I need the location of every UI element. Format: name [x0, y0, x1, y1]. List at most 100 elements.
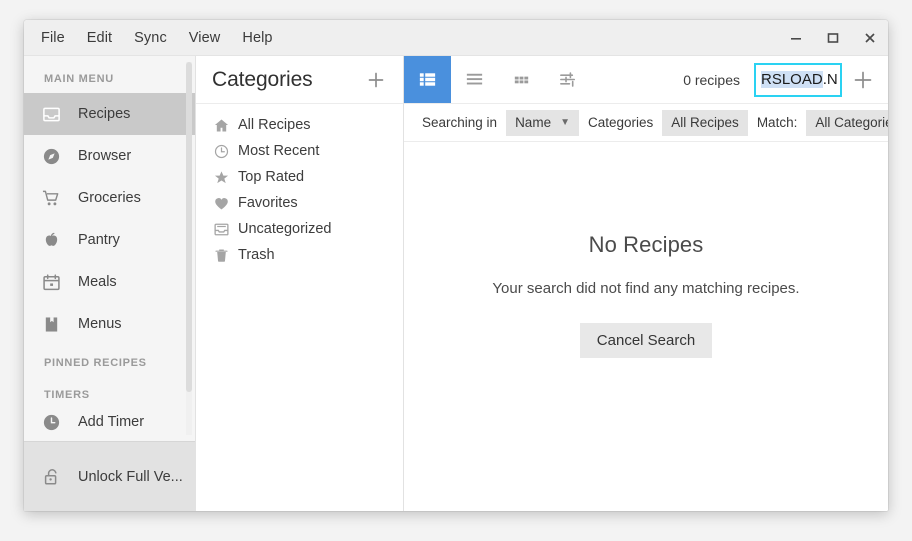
match-label: Match: [751, 115, 804, 130]
menu-help[interactable]: Help [231, 20, 283, 55]
category-item-all-recipes[interactable]: All Recipes [196, 112, 403, 138]
inbox-icon [42, 105, 72, 124]
category-item-label: Favorites [238, 195, 298, 211]
category-item-label: Uncategorized [238, 221, 332, 237]
category-item-favorites[interactable]: Favorites [196, 190, 403, 216]
sidebar-item-label: Recipes [72, 106, 130, 122]
category-item-top-rated[interactable]: Top Rated [196, 164, 403, 190]
minimize-button[interactable] [777, 20, 814, 55]
sidebar-item-recipes[interactable]: Recipes [24, 93, 195, 135]
sort-options-button[interactable] [545, 56, 592, 103]
minimize-icon [790, 32, 802, 44]
empty-state-title: No Recipes [589, 232, 704, 258]
view-button-list-detail[interactable] [404, 56, 451, 103]
categories-filter-label: Categories [582, 115, 659, 130]
shopping-cart-icon [42, 189, 72, 208]
recipes-toolbar: 0 recipes RSLOAD.N [404, 56, 888, 104]
menu-view[interactable]: View [178, 20, 232, 55]
bookmark-icon [42, 315, 72, 334]
cancel-search-button[interactable]: Cancel Search [580, 323, 712, 358]
search-filter-bar: Searching in Name ▼ Categories All Recip… [404, 104, 888, 142]
sidebar-item-label: Add Timer [72, 414, 144, 430]
desktop-background: File Edit Sync View Help [0, 0, 912, 541]
categories-title: Categories [212, 68, 361, 92]
sidebar-scroll-area: MAIN MENU Recipes [24, 56, 195, 441]
main-content: 0 recipes RSLOAD.N Searching in Name [404, 56, 888, 511]
category-item-uncategorized[interactable]: Uncategorized [196, 216, 403, 242]
star-icon [214, 170, 238, 185]
sidebar-item-menus[interactable]: Menus [24, 303, 195, 345]
unlock-full-version-label: Unlock Full Ve... [72, 469, 183, 485]
search-trailing-text: .N [823, 71, 838, 88]
apple-icon [42, 231, 72, 250]
category-item-label: All Recipes [238, 117, 311, 133]
sidebar-item-meals[interactable]: Meals [24, 261, 195, 303]
menu-file[interactable]: File [30, 20, 76, 55]
clock-icon [214, 144, 238, 159]
empty-state-message: Your search did not find any matching re… [492, 280, 799, 297]
search-input[interactable]: RSLOAD.N [754, 63, 842, 97]
trash-icon [214, 248, 238, 263]
recipe-count-label: 0 recipes [683, 56, 754, 103]
sidebar-heading-timers: TIMERS [24, 377, 195, 409]
window-body: MAIN MENU Recipes [24, 56, 888, 511]
heart-icon [214, 196, 238, 211]
sidebar-heading-pinned-recipes: PINNED RECIPES [24, 345, 195, 377]
category-item-label: Trash [238, 247, 275, 263]
sidebar-item-label: Groceries [72, 190, 141, 206]
list-detail-icon [417, 69, 438, 90]
match-filter-chip[interactable]: All Categories [806, 110, 888, 136]
view-button-list[interactable] [451, 56, 498, 103]
category-item-most-recent[interactable]: Most Recent [196, 138, 403, 164]
category-item-trash[interactable]: Trash [196, 242, 403, 268]
sidebar-item-pantry[interactable]: Pantry [24, 219, 195, 261]
sidebar-heading-main-menu: MAIN MENU [24, 66, 195, 93]
sidebar-item-add-timer[interactable]: Add Timer [24, 409, 195, 435]
plus-icon [852, 69, 874, 91]
maximize-button[interactable] [814, 20, 851, 55]
calendar-icon [42, 273, 72, 292]
archive-icon [214, 222, 238, 237]
categories-header: Categories [196, 56, 403, 104]
sidebar-item-browser[interactable]: Browser [24, 135, 195, 177]
menu-sync[interactable]: Sync [123, 20, 178, 55]
close-icon [864, 32, 876, 44]
category-item-label: Top Rated [238, 169, 304, 185]
window-controls [777, 20, 888, 55]
sidebar-item-groceries[interactable]: Groceries [24, 177, 195, 219]
search-field-selector[interactable]: Name ▼ [506, 110, 579, 136]
add-recipe-button[interactable] [842, 56, 884, 103]
chevron-down-icon: ▼ [560, 118, 570, 128]
search-field-wrapper: RSLOAD.N [754, 63, 842, 97]
category-item-label: Most Recent [238, 143, 319, 159]
categories-list: All Recipes Most Recent [196, 104, 403, 268]
sidebar-item-label: Meals [72, 274, 117, 290]
title-bar: File Edit Sync View Help [24, 20, 888, 56]
sliders-icon [558, 69, 579, 90]
maximize-icon [827, 32, 839, 44]
sidebar-scrollbar-thumb[interactable] [186, 62, 192, 392]
list-lines-icon [464, 69, 485, 90]
application-window: File Edit Sync View Help [24, 20, 888, 511]
unlock-full-version-button[interactable]: Unlock Full Ve... [24, 441, 195, 511]
sidebar: MAIN MENU Recipes [24, 56, 196, 511]
empty-state: No Recipes Your search did not find any … [404, 142, 888, 511]
menu-edit[interactable]: Edit [76, 20, 123, 55]
categories-filter-chip[interactable]: All Recipes [662, 110, 748, 136]
unlock-icon [42, 467, 72, 487]
sidebar-item-label: Pantry [72, 232, 120, 248]
compass-icon [42, 147, 72, 166]
sidebar-item-label: Browser [72, 148, 131, 164]
menu-bar: File Edit Sync View Help [24, 20, 777, 55]
plus-icon [366, 70, 386, 90]
clock-icon [42, 413, 72, 432]
search-selected-text: RSLOAD [761, 71, 823, 88]
toolbar-spacer [592, 56, 683, 103]
view-button-grid[interactable] [498, 56, 545, 103]
close-button[interactable] [851, 20, 888, 55]
grid-icon [511, 69, 532, 90]
add-category-button[interactable] [361, 65, 391, 95]
sidebar-item-label: Menus [72, 316, 122, 332]
home-icon [214, 118, 238, 133]
searching-in-label: Searching in [416, 115, 503, 130]
